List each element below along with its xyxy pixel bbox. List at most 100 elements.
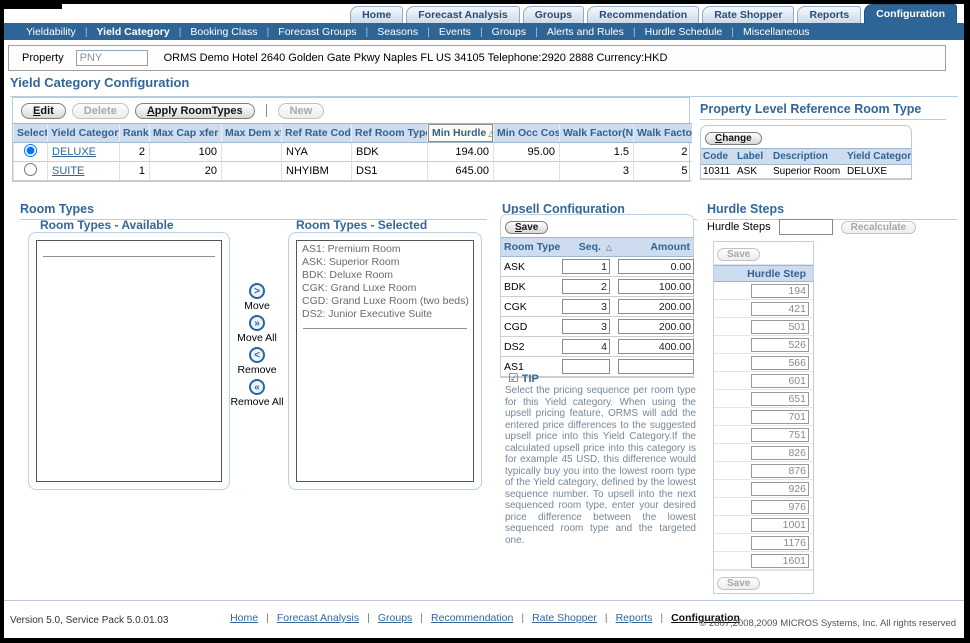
col-code: Code: [701, 149, 735, 165]
available-room-types-list[interactable]: [36, 240, 222, 482]
col-amount: Amount: [615, 238, 693, 257]
amount-input[interactable]: [618, 279, 694, 294]
list-item[interactable]: CGK: Grand Luxe Room: [302, 282, 468, 295]
apply-roomtypes-button[interactable]: Apply RoomTypes: [135, 103, 255, 119]
col-max-dem-xfer[interactable]: Max Dem xfer: [222, 124, 282, 143]
hurdle-step-input[interactable]: [751, 302, 809, 316]
list-item[interactable]: DS2: Junior Executive Suite: [302, 308, 468, 321]
amount-input[interactable]: [618, 259, 694, 274]
hurdle-step-input[interactable]: [751, 518, 809, 532]
subnav-item-yield-category[interactable]: Yield Category: [97, 26, 191, 38]
cell-ref-room-type: BDK: [352, 143, 428, 162]
yield-header-row: Select Yield Category Rank Max Cap xfer …: [14, 124, 692, 143]
edit-button[interactable]: Edit: [21, 103, 66, 119]
col-seq-sorted[interactable]: Seq. △: [559, 238, 615, 257]
tab-groups[interactable]: Groups: [523, 6, 584, 23]
hurdle-step-input[interactable]: [751, 374, 809, 388]
list-item[interactable]: BDK: Deluxe Room: [302, 269, 468, 282]
reference-header-row: Code Label Description Yield Category: [701, 149, 911, 165]
hurdle-step-input[interactable]: [751, 482, 809, 496]
table-row: [714, 390, 813, 408]
col-min-hurdle-sorted[interactable]: Min Hurdle △: [428, 124, 494, 143]
list-item[interactable]: CGD: Grand Luxe Room (two beds): [302, 295, 468, 308]
cell-walk-factor-ny: 1.5: [560, 143, 634, 162]
hurdle-step-input[interactable]: [751, 338, 809, 352]
yield-row-radio-suite[interactable]: [24, 163, 37, 176]
hurdle-steps-input[interactable]: [779, 219, 833, 235]
change-button[interactable]: Change: [705, 132, 762, 145]
col-rank[interactable]: Rank: [120, 124, 150, 143]
col-walk-factor-y[interactable]: Walk Factor(Y): [634, 124, 692, 143]
tab-configuration[interactable]: Configuration: [864, 4, 957, 23]
yield-toolbar: Edit Delete Apply RoomTypes New: [13, 98, 689, 123]
cell-min-occ-cost: 95.00: [494, 143, 560, 162]
col-ref-rate-code[interactable]: Ref Rate Code: [282, 124, 352, 143]
remove-button[interactable]: < Remove: [228, 347, 286, 376]
hurdle-step-input[interactable]: [751, 320, 809, 334]
amount-input[interactable]: [618, 319, 694, 334]
col-ref-room-type[interactable]: Ref Room Type: [352, 124, 428, 143]
yield-row-radio-deluxe[interactable]: [24, 144, 37, 157]
list-item[interactable]: AS1: Premium Room: [302, 243, 468, 256]
col-walk-factor-ny[interactable]: Walk Factor(NY): [560, 124, 634, 143]
subnav-item-miscellaneous[interactable]: Miscellaneous: [743, 26, 810, 38]
cell-rank: 2: [120, 143, 150, 162]
remove-all-button[interactable]: « Remove All: [228, 379, 286, 408]
footer-link-home[interactable]: Home: [230, 612, 258, 624]
subnav-item-groups[interactable]: Groups: [492, 26, 547, 38]
seq-input[interactable]: [562, 299, 610, 314]
tab-recommendation[interactable]: Recommendation: [587, 6, 699, 23]
version-text: Version 5.0, Service Pack 5.0.01.03: [10, 615, 168, 626]
top-tab-bar: Home Forecast Analysis Groups Recommenda…: [350, 4, 957, 23]
amount-input[interactable]: [618, 299, 694, 314]
cell-max-cap-xfer: 100: [150, 143, 222, 162]
cell-ref-rate-code: NHYIBM: [282, 162, 352, 181]
hurdle-step-input[interactable]: [751, 536, 809, 550]
col-max-cap-xfer[interactable]: Max Cap xfer: [150, 124, 222, 143]
yield-category-link-deluxe[interactable]: DELUXE: [52, 146, 96, 158]
footer-link-rate-shopper[interactable]: Rate Shopper: [532, 612, 597, 624]
selected-room-types-list[interactable]: AS1: Premium Room ASK: Superior Room BDK…: [296, 240, 474, 482]
hurdle-step-input[interactable]: [751, 392, 809, 406]
move-button[interactable]: > Move: [228, 283, 286, 312]
seq-input[interactable]: [562, 319, 610, 334]
seq-input[interactable]: [562, 279, 610, 294]
amount-input[interactable]: [618, 359, 694, 374]
list-item[interactable]: ASK: Superior Room: [302, 256, 468, 269]
room-types-available-title: Room Types - Available: [40, 218, 174, 232]
tab-reports[interactable]: Reports: [797, 6, 861, 23]
hurdle-step-input[interactable]: [751, 284, 809, 298]
yield-category-link-suite[interactable]: SUITE: [52, 165, 84, 177]
seq-input[interactable]: [562, 339, 610, 354]
subnav-item-yieldability[interactable]: Yieldability: [26, 26, 97, 38]
hurdle-step-input[interactable]: [751, 464, 809, 478]
tab-forecast-analysis[interactable]: Forecast Analysis: [406, 6, 520, 23]
property-code-input[interactable]: [76, 50, 148, 66]
move-all-button[interactable]: » Move All: [228, 315, 286, 344]
subnav-item-forecast-groups[interactable]: Forecast Groups: [278, 26, 377, 38]
subnav-item-booking-class[interactable]: Booking Class: [190, 26, 278, 38]
seq-input[interactable]: [562, 259, 610, 274]
subnav-item-alerts-and-rules[interactable]: Alerts and Rules: [547, 26, 645, 38]
upsell-save-button[interactable]: Save: [505, 221, 548, 234]
hurdle-step-input[interactable]: [751, 428, 809, 442]
tab-rate-shopper[interactable]: Rate Shopper: [702, 6, 794, 23]
hurdle-step-input[interactable]: [751, 446, 809, 460]
subnav-item-events[interactable]: Events: [439, 26, 492, 38]
amount-input[interactable]: [618, 339, 694, 354]
footer-link-recommendation[interactable]: Recommendation: [431, 612, 513, 624]
seq-input[interactable]: [562, 359, 610, 374]
col-min-occ-cost[interactable]: Min Occ Cost: [494, 124, 560, 143]
hurdle-step-input[interactable]: [751, 554, 809, 568]
footer-link-reports[interactable]: Reports: [616, 612, 653, 624]
hurdle-step-input[interactable]: [751, 356, 809, 370]
table-row: SUITE 1 20 NHYIBM DS1 645.00 3 5: [14, 162, 692, 181]
subnav-item-hurdle-schedule[interactable]: Hurdle Schedule: [645, 26, 743, 38]
tab-home[interactable]: Home: [350, 6, 403, 23]
hurdle-step-input[interactable]: [751, 500, 809, 514]
col-yield-category[interactable]: Yield Category: [48, 124, 120, 143]
subnav-item-seasons[interactable]: Seasons: [377, 26, 439, 38]
footer-link-groups[interactable]: Groups: [378, 612, 412, 624]
hurdle-step-input[interactable]: [751, 410, 809, 424]
footer-link-forecast-analysis[interactable]: Forecast Analysis: [277, 612, 359, 624]
